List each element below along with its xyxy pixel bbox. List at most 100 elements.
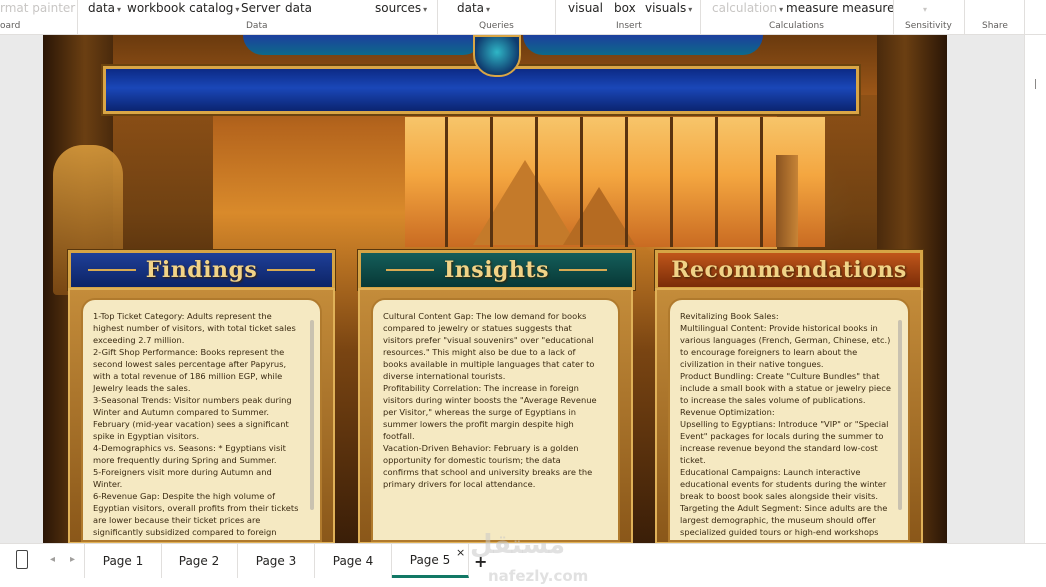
recommendations-frame: Revitalizing Book Sales: Multilingual Con…: [655, 288, 923, 543]
text-line: 4-Demographics vs. Seasons: * Egyptians …: [93, 443, 286, 453]
insights-panel[interactable]: Insights Cultural Content Gap: The low d…: [358, 250, 635, 543]
insights-title: Insights: [444, 257, 549, 283]
text-line: Targeting the Adult Segment: Since adult…: [680, 503, 888, 513]
group-label-clipboard: oard: [0, 21, 21, 31]
watermark-arabic: مستقل: [470, 530, 566, 560]
report-page[interactable]: Findings 1-Top Ticket Category: Adults r…: [43, 35, 947, 543]
text-line: primary drivers for local attendance.: [383, 479, 536, 489]
tab-page-4[interactable]: Page 4: [315, 544, 392, 578]
text-line: Winter and Autumn compared to Summer.: [93, 407, 270, 417]
text-line: second lowest sales percentage after Pap…: [93, 359, 287, 369]
text-line: Upselling to Egyptians: Introduce "VIP" …: [680, 419, 889, 429]
pane-handle[interactable]: [1035, 79, 1036, 89]
transform-data-button[interactable]: data ▾: [457, 0, 490, 18]
close-icon[interactable]: ×: [456, 546, 465, 559]
findings-frame: 1-Top Ticket Category: Adults represent …: [68, 288, 335, 543]
insights-frame: Cultural Content Gap: The low demand for…: [358, 288, 633, 543]
insights-header: Insights: [358, 250, 635, 290]
divider: [87, 269, 136, 271]
findings-text-box[interactable]: 1-Top Ticket Category: Adults represent …: [81, 298, 322, 542]
insights-text: Cultural Content Gap: The low demand for…: [383, 310, 604, 490]
tab-page-2[interactable]: Page 2: [161, 544, 238, 578]
chevron-down-icon: ▾: [117, 5, 122, 14]
get-data-button[interactable]: data ▾: [88, 0, 121, 18]
text-line: break to boost book sales alongside thei…: [680, 491, 879, 501]
measure-button[interactable]: measure measure: [786, 0, 895, 16]
workbook-catalog-button[interactable]: workbook catalog ▾: [127, 0, 239, 18]
text-line: ticket.: [680, 455, 706, 465]
window-mullion: [580, 117, 583, 247]
sql-server-button[interactable]: Server: [241, 0, 280, 16]
text-line: summer lowers the profit margin despite …: [383, 419, 574, 429]
right-pane-strip[interactable]: [1024, 35, 1046, 543]
divider: [964, 0, 965, 34]
text-line: Profitability Correlation: The increase …: [383, 383, 579, 393]
new-visual-button[interactable]: visual: [568, 0, 603, 16]
chevron-down-icon: ▾: [423, 5, 428, 14]
chevron-down-icon: ▾: [779, 5, 784, 14]
scrollbar[interactable]: [898, 320, 902, 510]
window-mullion: [715, 117, 718, 247]
text-line: to increase the sales volume of publicat…: [680, 395, 866, 405]
recommendations-text-box[interactable]: Revitalizing Book Sales: Multilingual Con…: [668, 298, 910, 542]
text-line: books available in multiple languages th…: [383, 359, 595, 369]
page-tab-bar: ◂ ▸ Page 1 Page 2 Page 3 Page 4 Page 5 ×…: [0, 530, 1046, 587]
text-line: increase revenue beyond the standard low…: [680, 443, 878, 453]
findings-title: Findings: [145, 257, 258, 283]
divider: [700, 0, 701, 34]
group-label-insert: Insert: [616, 21, 642, 31]
tab-page-3[interactable]: Page 3: [238, 544, 315, 578]
text-line: educational events for students during t…: [680, 479, 887, 489]
text-line: Educational Campaigns: Launch interactiv…: [680, 467, 861, 477]
text-line: footfall.: [383, 431, 415, 441]
text-line: confirms that school and university brea…: [383, 467, 593, 477]
text-line: highest number of visitors, with total t…: [93, 323, 296, 333]
scarab-icon: [473, 35, 521, 77]
chevron-down-icon: ▾: [486, 5, 491, 14]
text-line: 6-Revenue Gap: Despite the high volume o…: [93, 491, 275, 501]
prev-page-icon[interactable]: ◂: [50, 554, 55, 565]
group-label-data: Data: [246, 21, 268, 31]
text-line: Revenue Optimization:: [680, 407, 775, 417]
findings-panel[interactable]: Findings 1-Top Ticket Category: Adults r…: [68, 250, 335, 543]
text-line: resources." This might also be due to a …: [383, 347, 576, 357]
text-line: opportunity for domestic tourism; the da…: [383, 455, 561, 465]
text-line: specialized guided tours or high-end wor…: [680, 527, 879, 537]
mobile-layout-icon[interactable]: [16, 550, 28, 569]
divider: [267, 269, 316, 271]
recent-sources-button[interactable]: sources ▾: [375, 0, 427, 18]
group-label-queries: Queries: [479, 21, 514, 31]
text-line: Jewelry leads the sales.: [93, 383, 191, 393]
wing-ornament: [523, 35, 763, 55]
chevron-down-icon: ▾: [688, 5, 693, 14]
chevron-down-icon: ▾: [235, 5, 240, 14]
sensitivity-chevron-icon[interactable]: ▾: [921, 0, 927, 18]
wing-ornament: [243, 35, 483, 55]
window-mullion: [490, 117, 493, 247]
group-label-calculations: Calculations: [769, 21, 824, 31]
window-mullion: [670, 117, 673, 247]
text-line: Cultural Content Gap: The low demand for…: [383, 311, 587, 321]
group-label-sensitivity: Sensitivity: [905, 21, 952, 31]
findings-header: Findings: [68, 250, 335, 290]
text-line: spike in Egyptian visitors.: [93, 431, 200, 441]
format-painter-button[interactable]: rmat painter: [0, 0, 75, 16]
tab-page-1[interactable]: Page 1: [84, 544, 162, 578]
next-page-icon[interactable]: ▸: [70, 554, 75, 565]
text-line: more frequently during Spring and Summer…: [93, 455, 277, 465]
text-box-button[interactable]: box: [614, 0, 636, 16]
enter-data-button[interactable]: data: [285, 0, 312, 16]
text-line: Revitalizing Book Sales:: [680, 311, 779, 321]
recommendations-title: Recommendations: [671, 257, 907, 283]
more-visuals-button[interactable]: visuals ▾: [645, 0, 692, 18]
divider: [77, 0, 78, 34]
text-line: are lower because their ticket prices ar…: [93, 515, 261, 525]
window-mullion: [625, 117, 628, 247]
recommendations-panel[interactable]: Recommendations Revitalizing Book Sales:…: [655, 250, 923, 543]
text-line: 2-Gift Shop Performance: Books represent…: [93, 347, 285, 357]
scrollbar[interactable]: [310, 320, 314, 510]
recommendations-text: Revitalizing Book Sales: Multilingual Con…: [680, 310, 894, 538]
new-calculation-button[interactable]: calculation ▾: [712, 0, 783, 18]
text-line: Vacation-Driven Behavior: February is a …: [383, 443, 579, 453]
insights-text-box[interactable]: Cultural Content Gap: The low demand for…: [371, 298, 620, 542]
